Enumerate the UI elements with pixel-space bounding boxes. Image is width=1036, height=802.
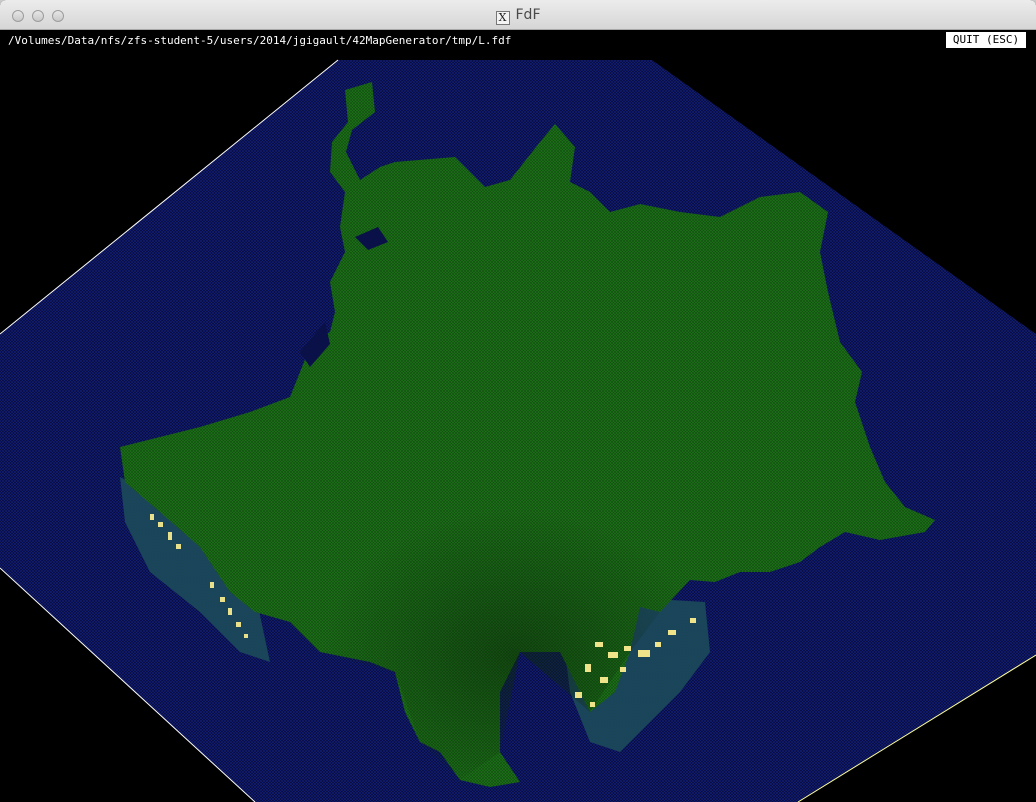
- x11-icon: X: [495, 11, 510, 25]
- file-path-bar: /Volumes/Data/nfs/zfs-student-5/users/20…: [0, 30, 1036, 52]
- quit-button[interactable]: QUIT (ESC): [946, 32, 1026, 48]
- title-bar[interactable]: X FdF: [0, 0, 1036, 30]
- wireframe-canvas[interactable]: [0, 52, 1036, 802]
- window-title: FdF: [515, 7, 541, 23]
- fdf-window: X FdF /Volumes/Data/nfs/zfs-student-5/use…: [0, 0, 1036, 802]
- file-path-label: /Volumes/Data/nfs/zfs-student-5/users/20…: [8, 34, 512, 47]
- window-title-group: X FdF: [0, 7, 1036, 25]
- wireframe-map: [0, 59, 1036, 802]
